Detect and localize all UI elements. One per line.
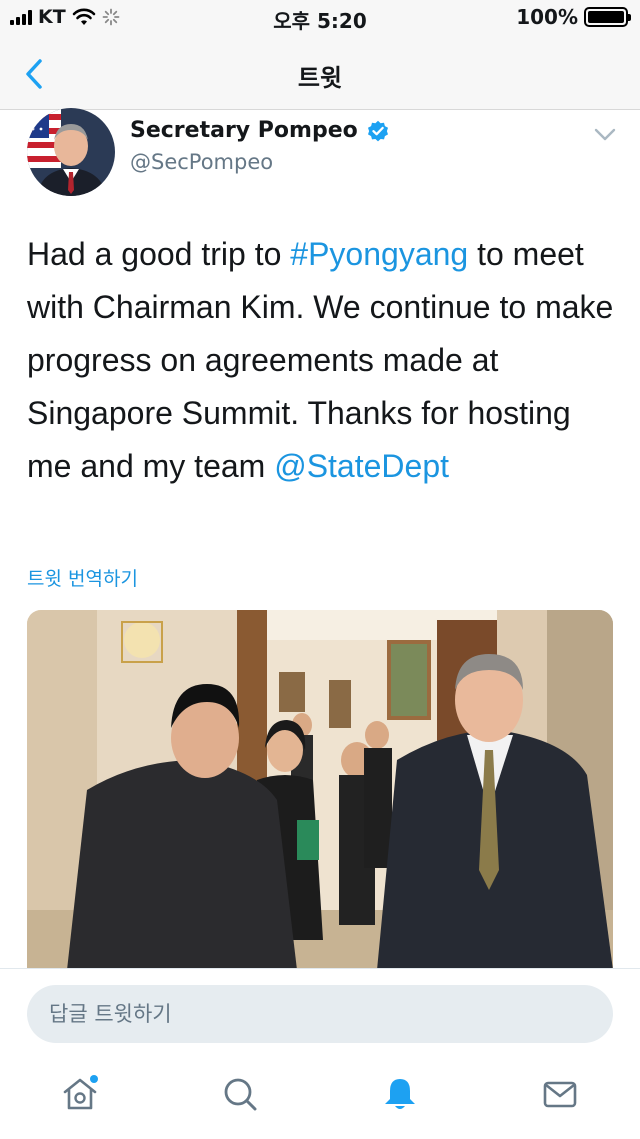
tweet-text: Had a good trip to #Pyongyang to meet wi… — [27, 228, 617, 493]
battery-percent: 100% — [516, 5, 578, 29]
notification-dot-icon — [90, 1075, 98, 1083]
tweet-photo-image — [27, 610, 613, 970]
display-name-text: Secretary Pompeo — [130, 118, 358, 143]
chevron-down-icon — [594, 128, 616, 141]
mail-icon — [543, 1081, 577, 1108]
reply-input[interactable]: 답글 트윗하기 — [27, 985, 613, 1043]
tab-notifications[interactable] — [378, 1072, 422, 1116]
tweet-text-part: to meet with Chairman Kim. We continue t… — [27, 236, 614, 484]
home-icon — [63, 1075, 98, 1110]
mention-link[interactable]: @StateDept — [274, 448, 449, 484]
reply-composer: 답글 트윗하기 — [0, 968, 640, 1060]
tab-home[interactable] — [58, 1072, 102, 1116]
navigation-bar: 트윗 — [0, 36, 640, 110]
tab-search[interactable] — [218, 1072, 262, 1116]
status-bar: KT 오후 5:20 100% — [0, 0, 640, 36]
user-handle[interactable]: @SecPompeo — [130, 150, 273, 174]
display-name[interactable]: Secretary Pompeo — [130, 118, 390, 143]
avatar[interactable] — [27, 108, 115, 196]
bell-icon — [385, 1079, 415, 1109]
avatar-image — [27, 108, 115, 196]
tweet-photo[interactable] — [27, 610, 613, 970]
page-title: 트윗 — [297, 64, 343, 92]
tab-messages[interactable] — [538, 1072, 582, 1116]
tweet-text-part: Had a good trip to — [27, 236, 291, 272]
search-icon — [224, 1078, 257, 1111]
tweet-options-button[interactable] — [590, 122, 620, 148]
translate-tweet-link[interactable]: 트윗 번역하기 — [27, 564, 138, 591]
battery-icon — [584, 7, 631, 27]
verified-badge-icon — [367, 120, 388, 141]
battery-level — [588, 11, 624, 23]
hashtag-link[interactable]: #Pyongyang — [290, 236, 468, 272]
status-right: 100% — [516, 5, 631, 29]
tab-bar — [0, 1060, 640, 1139]
